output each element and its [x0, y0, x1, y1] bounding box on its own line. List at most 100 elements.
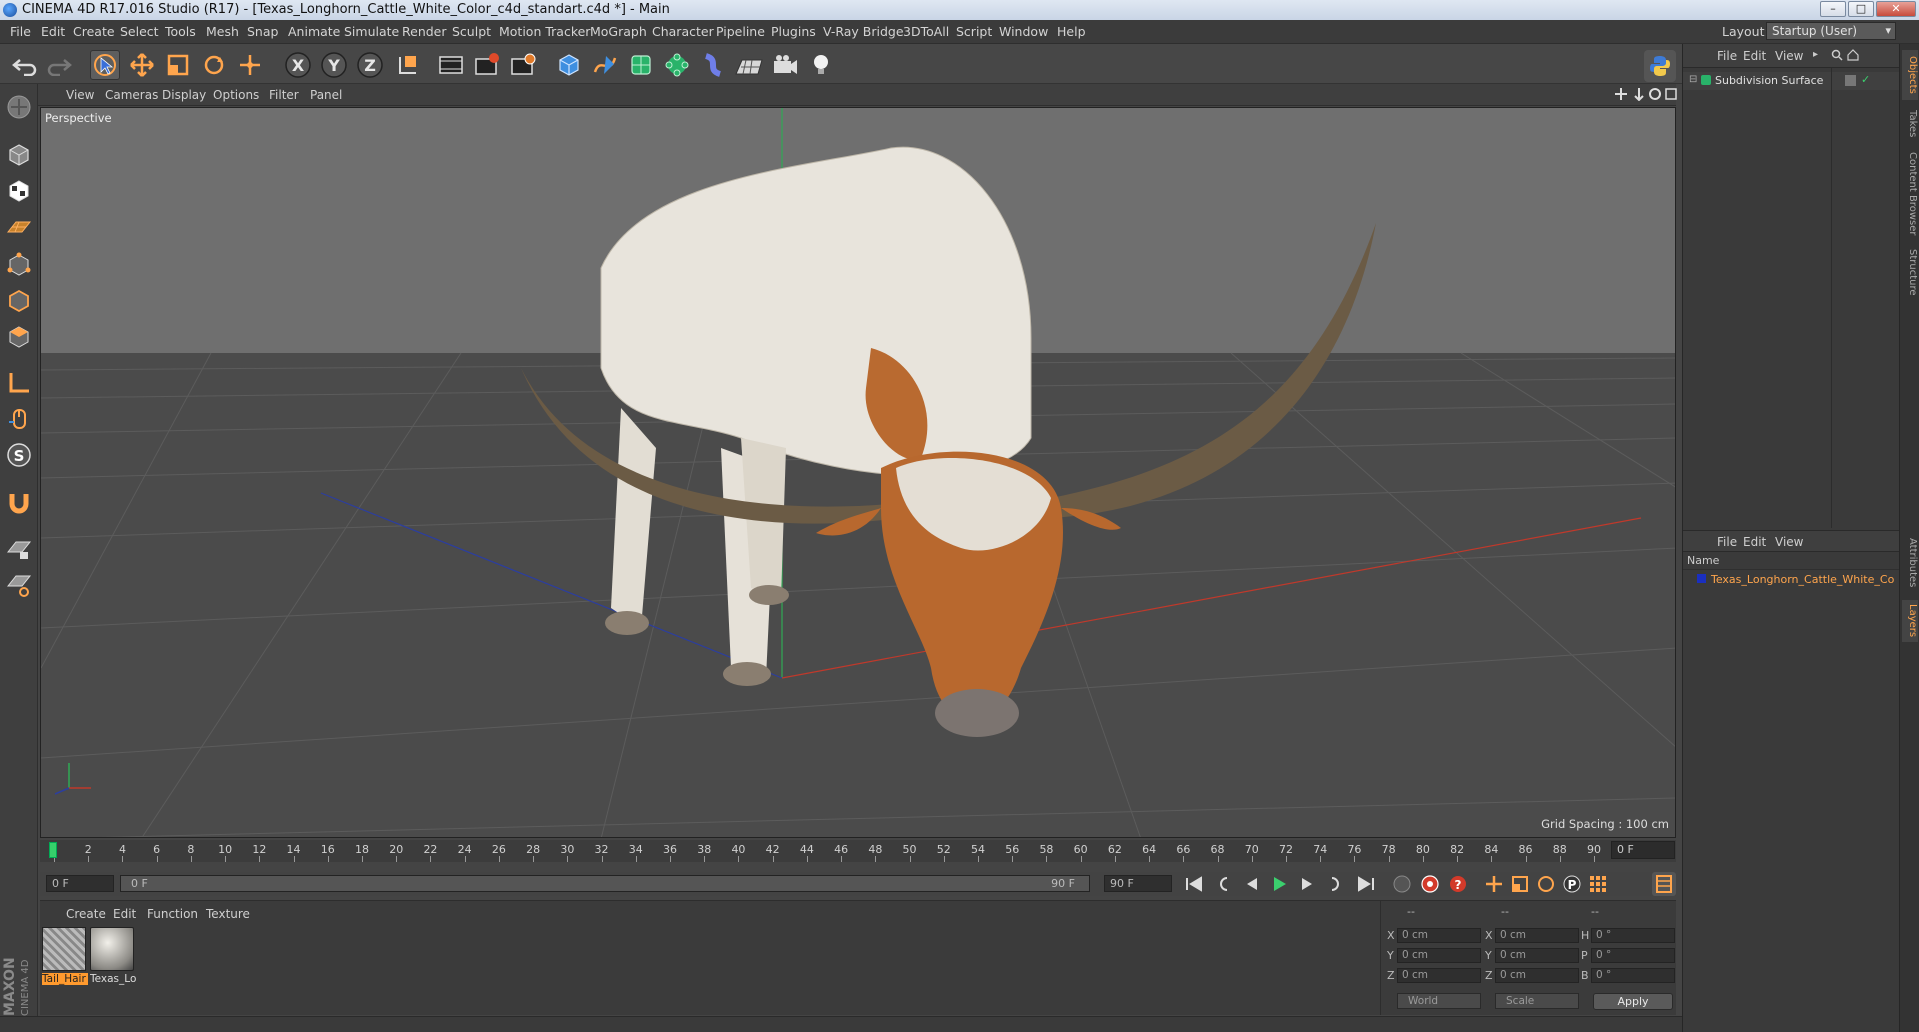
- layer-menu-view[interactable]: View: [1775, 535, 1803, 549]
- tab-structure[interactable]: Structure: [1902, 244, 1918, 300]
- tweak-mode-icon[interactable]: [4, 404, 34, 434]
- viewport-nav-zoom-icon[interactable]: [1632, 87, 1646, 105]
- menu-tools[interactable]: Tools: [165, 24, 196, 39]
- material-menu-function[interactable]: Function: [147, 907, 198, 921]
- timeline-playhead[interactable]: [49, 842, 57, 858]
- menu-file[interactable]: File: [10, 24, 31, 39]
- viewport-menu-filter[interactable]: Filter: [269, 88, 299, 102]
- cube-object-icon[interactable]: [554, 50, 584, 80]
- key-rotation-icon[interactable]: [1534, 872, 1558, 896]
- live-selection-icon[interactable]: [235, 50, 265, 80]
- camera-object-icon[interactable]: [770, 50, 800, 80]
- material-menu-texture[interactable]: Texture: [206, 907, 250, 921]
- rotation-h-field[interactable]: 0 °: [1591, 928, 1675, 943]
- menu-snap[interactable]: Snap: [247, 24, 278, 39]
- current-frame-field[interactable]: 0 F: [1611, 841, 1675, 859]
- next-frame-icon[interactable]: [1295, 872, 1319, 896]
- x-axis-lock-icon[interactable]: X: [283, 50, 313, 80]
- scale-icon[interactable]: [163, 50, 193, 80]
- menu-edit[interactable]: Edit: [41, 24, 65, 39]
- record-active-icon[interactable]: [1418, 872, 1442, 896]
- y-axis-lock-icon[interactable]: Y: [319, 50, 349, 80]
- material-menu-create[interactable]: Create: [66, 907, 106, 921]
- close-button[interactable]: ✕: [1876, 1, 1916, 17]
- menu-pipeline[interactable]: Pipeline: [716, 24, 765, 39]
- maximize-button[interactable]: □: [1848, 1, 1874, 17]
- menu-help[interactable]: Help: [1057, 24, 1086, 39]
- object-row-subdivision-surface[interactable]: ⊟ Subdivision Surface ✓: [1683, 72, 1900, 90]
- object-search-icon[interactable]: [1831, 49, 1843, 65]
- render-picture-viewer-icon[interactable]: [472, 50, 502, 80]
- end-frame-field[interactable]: 90 F: [1104, 875, 1172, 892]
- tab-objects[interactable]: Objects: [1902, 50, 1918, 100]
- redo-icon[interactable]: [44, 50, 74, 80]
- material-swatch-texas-longhorn[interactable]: [90, 927, 134, 971]
- object-home-icon[interactable]: [1847, 49, 1859, 65]
- mograph-cloner-icon[interactable]: [662, 50, 692, 80]
- magnet-icon[interactable]: [4, 488, 34, 518]
- material-menu-edit[interactable]: Edit: [113, 907, 136, 921]
- object-menu-edit[interactable]: Edit: [1743, 49, 1766, 63]
- render-settings-icon[interactable]: [508, 50, 538, 80]
- key-parameter-icon[interactable]: P: [1560, 872, 1584, 896]
- menu-plugins[interactable]: Plugins: [771, 24, 816, 39]
- timeline-ruler[interactable]: 0246810121416182022242628303234363840424…: [40, 840, 1676, 862]
- go-to-end-icon[interactable]: [1354, 872, 1378, 896]
- object-menu-more-icon[interactable]: ▸: [1813, 49, 1818, 60]
- coordinate-system-icon[interactable]: [393, 50, 423, 80]
- key-position-icon[interactable]: [1482, 872, 1506, 896]
- viewport-menu-panel[interactable]: Panel: [310, 88, 342, 102]
- object-menu-view[interactable]: View: [1775, 49, 1803, 63]
- menu-render[interactable]: Render: [402, 24, 447, 39]
- spline-pen-icon[interactable]: [590, 50, 620, 80]
- menu-mesh[interactable]: Mesh: [206, 24, 239, 39]
- subdivision-surface-icon[interactable]: [626, 50, 656, 80]
- next-key-icon[interactable]: [1323, 872, 1347, 896]
- tab-content-browser[interactable]: Content Browser: [1902, 148, 1918, 240]
- menu-mograph[interactable]: MoGraph: [590, 24, 647, 39]
- viewport-menu-display[interactable]: Display: [162, 88, 206, 102]
- deformer-icon[interactable]: [698, 50, 728, 80]
- python-icon[interactable]: [1644, 50, 1676, 82]
- layer-menu-file[interactable]: File: [1717, 535, 1737, 549]
- coordinate-space-dropdown[interactable]: World: [1397, 993, 1481, 1009]
- previous-key-icon[interactable]: [1212, 872, 1236, 896]
- select-cursor-icon[interactable]: [90, 50, 120, 80]
- viewport-maximize-icon[interactable]: [1664, 87, 1678, 105]
- viewport-nav-rotate-icon[interactable]: [1648, 87, 1662, 105]
- position-z-field[interactable]: 0 cm: [1397, 968, 1481, 983]
- texture-mode-icon[interactable]: [4, 176, 34, 206]
- menu-create[interactable]: Create: [73, 24, 115, 39]
- size-z-field[interactable]: 0 cm: [1495, 968, 1579, 983]
- size-x-field[interactable]: 0 cm: [1495, 928, 1579, 943]
- material-swatch-tail-hair[interactable]: [42, 927, 86, 971]
- edges-mode-icon[interactable]: [4, 286, 34, 316]
- snap-toggle-icon[interactable]: S: [4, 440, 34, 470]
- floor-object-icon[interactable]: [734, 50, 764, 80]
- workplane-rotate-icon[interactable]: [4, 570, 34, 600]
- rotate-icon[interactable]: [199, 50, 229, 80]
- visibility-toggle-icon[interactable]: [1845, 75, 1856, 86]
- workplane-mode-icon[interactable]: [4, 212, 34, 242]
- go-to-start-icon[interactable]: [1182, 872, 1206, 896]
- menu-3dtoall[interactable]: 3DToAll: [903, 24, 949, 39]
- z-axis-lock-icon[interactable]: Z: [355, 50, 385, 80]
- light-object-icon[interactable]: [806, 50, 836, 80]
- key-pla-icon[interactable]: [1586, 872, 1610, 896]
- viewport-menu-cameras[interactable]: Cameras: [105, 88, 158, 102]
- model-mode-icon[interactable]: [4, 140, 34, 170]
- layer-row[interactable]: Texas_Longhorn_Cattle_White_Co: [1683, 571, 1900, 589]
- layout-dropdown[interactable]: Startup (User): [1766, 22, 1896, 40]
- menu-motion-tracker[interactable]: Motion Tracker: [499, 24, 590, 39]
- play-forward-icon[interactable]: [1267, 872, 1291, 896]
- menu-vray-bridge[interactable]: V-Ray Bridge: [823, 24, 904, 39]
- points-mode-icon[interactable]: [4, 250, 34, 280]
- size-y-field[interactable]: 0 cm: [1495, 948, 1579, 963]
- position-x-field[interactable]: 0 cm: [1397, 928, 1481, 943]
- object-expand-icon[interactable]: ⊟: [1689, 74, 1697, 85]
- object-menu-file[interactable]: File: [1717, 49, 1737, 63]
- viewport-nav-move-icon[interactable]: [1614, 87, 1628, 105]
- timeline-window-icon[interactable]: [1652, 872, 1676, 896]
- workplane-lock-icon[interactable]: [4, 534, 34, 564]
- apply-button[interactable]: Apply: [1593, 993, 1673, 1010]
